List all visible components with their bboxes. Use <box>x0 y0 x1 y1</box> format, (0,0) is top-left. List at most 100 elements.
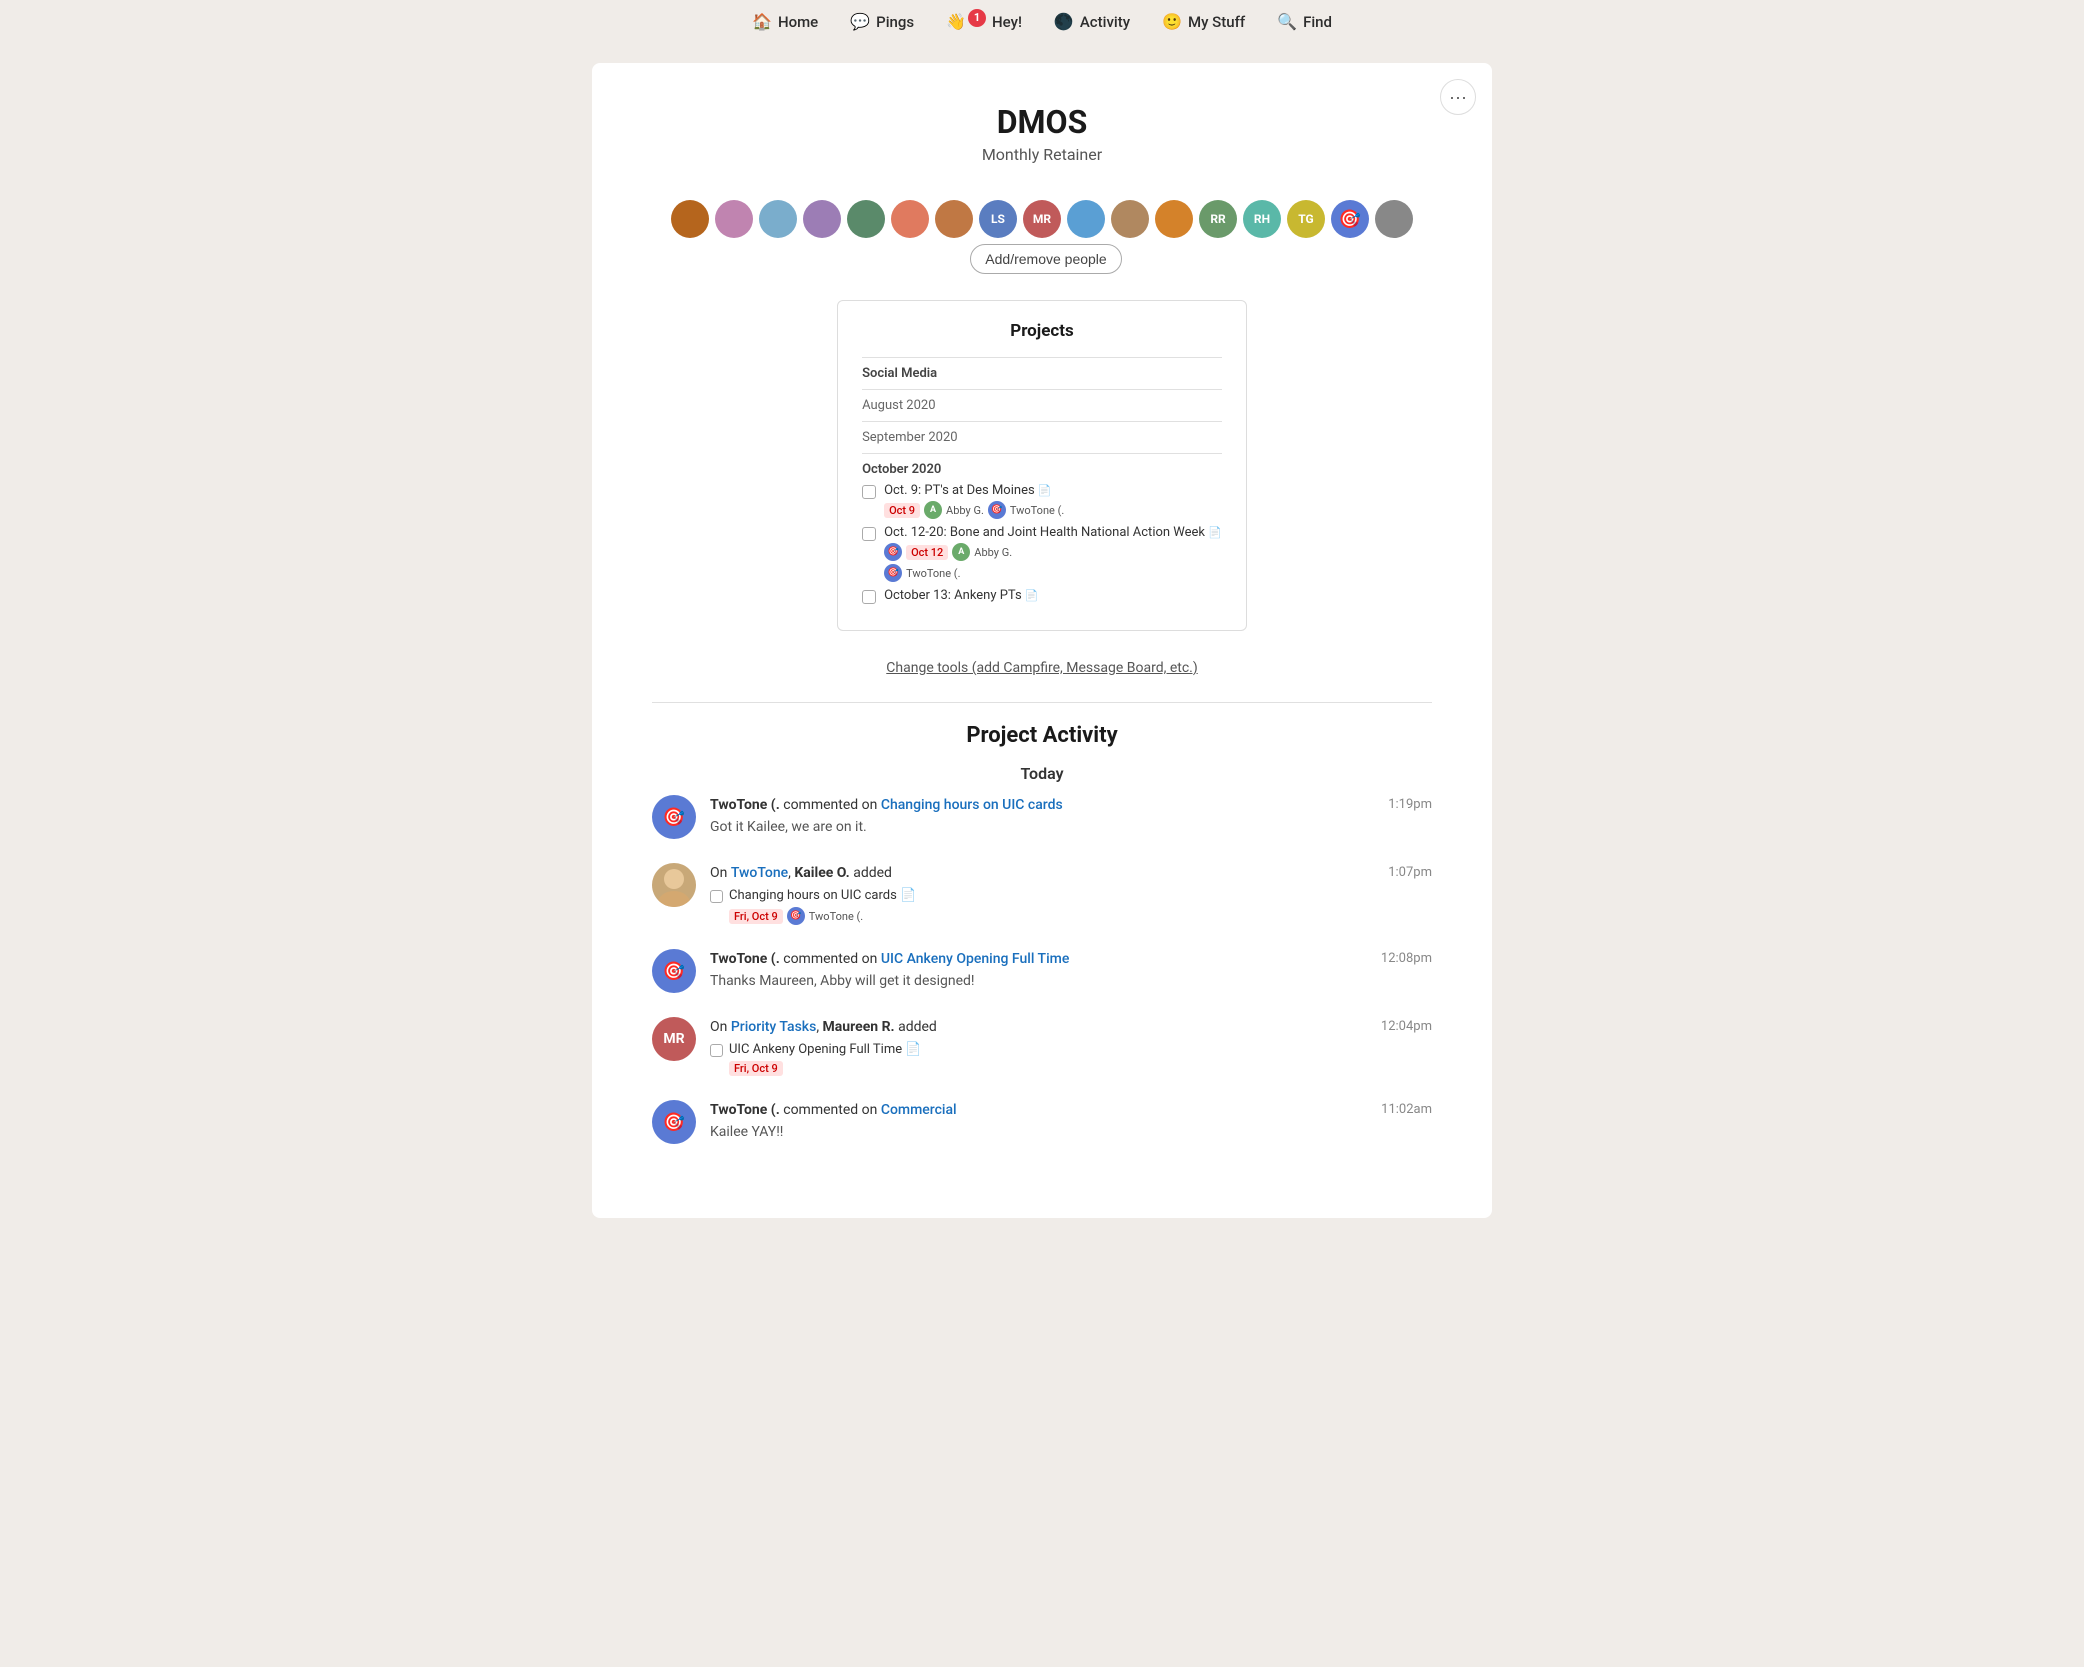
activity-comment: Kailee YAY!! <box>710 1124 1432 1140</box>
activity-item: 🎯 TwoTone (. commented on Commercial 11:… <box>652 1100 1432 1144</box>
avatar[interactable]: TG <box>1287 200 1325 238</box>
more-options-button[interactable]: ··· <box>1440 79 1476 115</box>
nav-home[interactable]: 🏠 Home <box>752 12 818 31</box>
todo-checkbox[interactable] <box>710 1044 723 1057</box>
activity-text: TwoTone (. commented on UIC Ankeny Openi… <box>710 949 1069 970</box>
nav-activity[interactable]: 🌑 Activity <box>1054 12 1130 31</box>
activity-icon: 🌑 <box>1054 12 1074 31</box>
activity-time: 1:19pm <box>1388 797 1432 812</box>
activity-text: On Priority Tasks, Maureen R. added <box>710 1017 937 1038</box>
activity-header-row: TwoTone (. commented on Commercial 11:02… <box>710 1100 1432 1121</box>
activity-avatar[interactable]: 🎯 <box>652 1100 696 1144</box>
activity-avatar[interactable]: 🎯 <box>652 949 696 993</box>
activity-meta: Fri, Oct 9 <box>729 1061 922 1076</box>
activity-header-row: On TwoTone, Kailee O. added 1:07pm <box>710 863 1432 884</box>
hey-icon: 👋 <box>946 12 966 31</box>
todo-text: Changing hours on UIC cards 📄 <box>729 888 916 903</box>
avatar[interactable] <box>1067 200 1105 238</box>
avatar[interactable] <box>1375 200 1413 238</box>
todo-checkbox[interactable] <box>862 527 876 541</box>
activity-actor: Maureen R. <box>823 1019 895 1035</box>
todo-text: October 13: Ankeny PTs 📄 <box>884 588 1039 603</box>
avatar[interactable] <box>1111 200 1149 238</box>
avatar[interactable] <box>759 200 797 238</box>
top-navigation: 🏠 Home 💬 Pings 👋 1 Hey! 🌑 Activity 🙂 My … <box>0 0 2084 43</box>
nav-mystuff-label: My Stuff <box>1188 13 1245 31</box>
add-remove-people-button[interactable]: Add/remove people <box>970 244 1121 274</box>
social-media-label: Social Media <box>862 366 1222 381</box>
activity-day: Today <box>652 764 1432 783</box>
avatar[interactable]: MR <box>1023 200 1061 238</box>
activity-avatar[interactable]: MR <box>652 1017 696 1061</box>
assignee-label: TwoTone (. <box>906 567 960 580</box>
todo-item: October 13: Ankeny PTs 📄 <box>862 588 1222 604</box>
mini-avatar: A <box>952 543 970 561</box>
avatar[interactable] <box>1155 200 1193 238</box>
todo-checkbox[interactable] <box>710 890 723 903</box>
activity-text: TwoTone (. commented on Commercial <box>710 1100 957 1121</box>
activity-todo: Changing hours on UIC cards 📄 Fri, Oct 9… <box>710 888 1432 925</box>
mini-avatar: 🎯 <box>884 564 902 582</box>
nav-hey-label: Hey! <box>992 13 1022 31</box>
nav-find-label: Find <box>1303 13 1332 31</box>
activity-time: 1:07pm <box>1388 865 1432 880</box>
nav-mystuff[interactable]: 🙂 My Stuff <box>1162 12 1245 31</box>
activity-body: TwoTone (. commented on Changing hours o… <box>710 795 1432 835</box>
home-icon: 🏠 <box>752 12 772 31</box>
find-icon: 🔍 <box>1277 12 1297 31</box>
avatar[interactable] <box>935 200 973 238</box>
date-tag: Fri, Oct 9 <box>729 1061 783 1076</box>
doc-icon: 📄 <box>1208 526 1222 539</box>
hey-badge: 1 <box>968 9 986 27</box>
pings-icon: 💬 <box>850 12 870 31</box>
sep2020-label[interactable]: September 2020 <box>862 430 1222 445</box>
activity-comment: Thanks Maureen, Abby will get it designe… <box>710 973 1432 989</box>
activity-body: On Priority Tasks, Maureen R. added 12:0… <box>710 1017 1432 1076</box>
change-tools-link[interactable]: Change tools (add Campfire, Message Boar… <box>886 660 1197 676</box>
projects-box-title: Projects <box>862 321 1222 341</box>
date-tag: Oct 9 <box>884 503 920 518</box>
avatar[interactable] <box>803 200 841 238</box>
assignee-label: Abby G. <box>946 504 984 517</box>
nav-pings[interactable]: 💬 Pings <box>850 12 914 31</box>
avatar[interactable]: LS <box>979 200 1017 238</box>
avatar[interactable]: RH <box>1243 200 1281 238</box>
activity-meta: Fri, Oct 9 🎯 TwoTone (. <box>729 907 916 925</box>
todo-checkbox[interactable] <box>862 590 876 604</box>
activity-section: Project Activity Today 🎯 TwoTone (. comm… <box>592 692 1492 1178</box>
todo-item: Oct. 12-20: Bone and Joint Health Nation… <box>862 525 1222 582</box>
avatar[interactable] <box>891 200 929 238</box>
avatar[interactable] <box>847 200 885 238</box>
project-header: DMOS Monthly Retainer <box>592 63 1492 184</box>
activity-todo: UIC Ankeny Opening Full Time 📄 Fri, Oct … <box>710 1042 1432 1076</box>
date-tag: Fri, Oct 9 <box>729 909 783 924</box>
avatar[interactable]: RR <box>1199 200 1237 238</box>
activity-time: 12:04pm <box>1381 1019 1432 1034</box>
activity-avatar[interactable]: 🎯 <box>652 795 696 839</box>
assignee-label: TwoTone (. <box>1010 504 1064 517</box>
activity-project-link[interactable]: TwoTone <box>731 865 788 881</box>
activity-link[interactable]: Commercial <box>881 1102 957 1118</box>
activity-item: On TwoTone, Kailee O. added 1:07pm Chang… <box>652 863 1432 925</box>
avatar[interactable] <box>715 200 753 238</box>
oct2020-label: October 2020 <box>862 462 1222 477</box>
activity-link[interactable]: UIC Ankeny Opening Full Time <box>881 951 1070 967</box>
mini-avatar: 🎯 <box>988 501 1006 519</box>
avatar[interactable]: 🎯 <box>1331 200 1369 238</box>
activity-project-link[interactable]: Priority Tasks <box>731 1019 816 1035</box>
team-avatars: LS MR RR RH TG 🎯 Add/remove people <box>592 184 1492 290</box>
activity-time: 11:02am <box>1381 1102 1432 1117</box>
activity-header-row: TwoTone (. commented on UIC Ankeny Openi… <box>710 949 1432 970</box>
main-content: ··· DMOS Monthly Retainer LS MR RR RH <box>592 63 1492 1218</box>
nav-pings-label: Pings <box>876 13 914 31</box>
todo-checkbox[interactable] <box>862 485 876 499</box>
activity-link[interactable]: Changing hours on UIC cards <box>881 797 1063 813</box>
todo-meta: Oct 9 A Abby G. 🎯 TwoTone (. <box>884 501 1064 519</box>
avatar[interactable] <box>671 200 709 238</box>
nav-hey[interactable]: 👋 1 Hey! <box>946 12 1022 31</box>
mini-avatar: 🎯 <box>787 907 805 925</box>
aug2020-label[interactable]: August 2020 <box>862 398 1222 413</box>
todo-meta-2: 🎯 TwoTone (. <box>884 564 1222 582</box>
activity-avatar[interactable] <box>652 863 696 907</box>
nav-find[interactable]: 🔍 Find <box>1277 12 1332 31</box>
